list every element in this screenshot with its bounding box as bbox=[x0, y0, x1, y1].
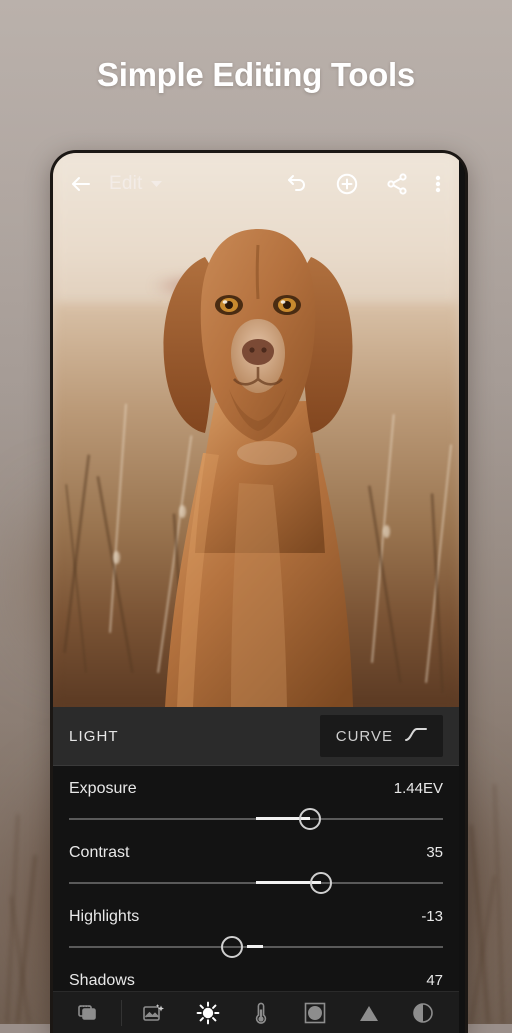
slider-thumb[interactable] bbox=[299, 808, 322, 830]
undo-icon[interactable] bbox=[285, 172, 309, 196]
slider-track[interactable] bbox=[69, 936, 443, 958]
arrow-left-icon[interactable] bbox=[69, 172, 93, 196]
edit-mode-label: Edit bbox=[109, 173, 143, 194]
page-title: Simple Editing Tools bbox=[97, 56, 415, 93]
slider-label: Shadows bbox=[69, 972, 135, 989]
curve-button-label: CURVE bbox=[335, 727, 393, 745]
slider-highlights[interactable]: Highlights -13 bbox=[53, 894, 459, 958]
slider-exposure[interactable]: Exposure 1.44EV bbox=[53, 766, 459, 830]
photo-canvas[interactable] bbox=[53, 153, 459, 707]
triangle-detail-icon[interactable] bbox=[347, 996, 391, 1030]
caret-down-icon bbox=[150, 175, 162, 193]
slider-value: 47 bbox=[426, 972, 443, 989]
slider-contrast[interactable]: Contrast 35 bbox=[53, 830, 459, 894]
phone-screen: Edit LIGHT CURVE Exposure 1.44EV Contras… bbox=[53, 153, 465, 1033]
light-adjustments-panel: LIGHT CURVE Exposure 1.44EV Contrast 35 … bbox=[53, 707, 459, 1033]
slider-label: Exposure bbox=[69, 780, 137, 797]
edit-mode-dropdown[interactable]: Edit bbox=[109, 173, 162, 195]
slider-thumb[interactable] bbox=[310, 872, 333, 894]
more-vertical-icon[interactable] bbox=[435, 172, 441, 196]
slider-label: Highlights bbox=[69, 908, 140, 925]
slider-value: -13 bbox=[421, 908, 443, 925]
sun-light-icon[interactable] bbox=[186, 996, 230, 1030]
share-icon[interactable] bbox=[385, 172, 409, 196]
slider-value: 1.44EV bbox=[393, 780, 443, 797]
slider-shadows[interactable]: Shadows 47 bbox=[53, 958, 459, 990]
dog-illustration bbox=[163, 229, 353, 707]
vignette-effects-icon[interactable] bbox=[293, 996, 337, 1030]
slider-fill bbox=[246, 945, 264, 948]
slider-track[interactable] bbox=[69, 872, 443, 894]
curve-button[interactable]: CURVE bbox=[319, 715, 443, 757]
phone-mockup: Edit LIGHT CURVE Exposure 1.44EV Contras… bbox=[50, 150, 468, 1033]
tone-curve-icon bbox=[405, 726, 427, 746]
slider-thumb[interactable] bbox=[220, 936, 243, 958]
bottom-tool-rail bbox=[53, 991, 459, 1033]
half-circle-optics-icon[interactable] bbox=[401, 996, 445, 1030]
slider-track[interactable] bbox=[69, 808, 443, 830]
app-top-bar: Edit bbox=[53, 153, 459, 215]
thermometer-color-icon[interactable] bbox=[239, 996, 283, 1030]
light-section-header: LIGHT CURVE bbox=[53, 707, 459, 766]
slider-value: 35 bbox=[426, 844, 443, 861]
plus-circle-icon[interactable] bbox=[335, 172, 359, 196]
tool-divider bbox=[120, 999, 122, 1026]
auto-enhance-icon[interactable] bbox=[132, 996, 176, 1030]
layers-presets-icon[interactable] bbox=[67, 996, 111, 1030]
slider-label: Contrast bbox=[69, 844, 130, 861]
light-section-label: LIGHT bbox=[69, 727, 119, 745]
